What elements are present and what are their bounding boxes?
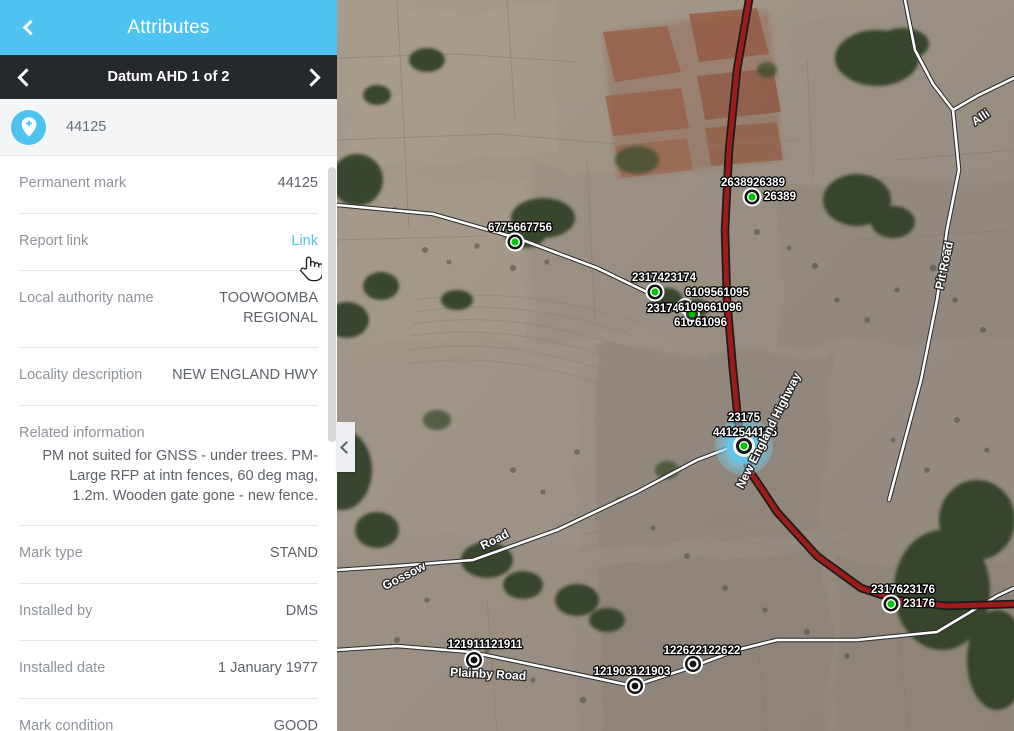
attribute-row-permanent-mark: Permanent mark 44125 <box>19 156 318 214</box>
attribute-row-report-link: Report link Link <box>19 214 318 272</box>
marker-label-23174: 23174 <box>647 303 680 315</box>
attribute-row-installed-by: Installed by DMS <box>19 584 318 642</box>
attribute-value: GOOD <box>273 717 318 731</box>
back-button[interactable] <box>13 0 47 55</box>
attribute-row-installed-date: Installed date 1 January 1977 <box>19 641 318 699</box>
attribute-label: Related information <box>19 424 145 441</box>
marker-label-2317423174: 2317423174 <box>632 272 697 284</box>
attribute-value: 44125 <box>277 175 318 191</box>
map-canvas[interactable]: 23175 4412544125 2638926389 26389 677566… <box>337 0 1014 731</box>
feature-id-value: 44125 <box>66 119 107 135</box>
attribute-value: STAND <box>269 545 318 562</box>
attribute-row-local-authority-name: Local authority name TOOWOOMBA REGIONAL <box>19 271 318 349</box>
marker-label-122622122622: 122622122622 <box>664 645 741 657</box>
attribute-row-related-information: Related information PM not suited for GN… <box>19 406 318 527</box>
feature-identity-strip: 44125 <box>0 99 337 156</box>
attribute-label: Permanent mark <box>19 175 127 191</box>
attribute-label: Installed by <box>19 602 93 619</box>
panel-collapse-button[interactable] <box>337 422 355 472</box>
attributes-scroll-area[interactable]: Permanent mark 44125 Report link Link Lo… <box>0 156 337 731</box>
attributes-panel: Attributes Datum AHD 1 of 2 44125 Perman… <box>0 0 337 731</box>
attribute-label: Mark condition <box>19 717 114 731</box>
marker-label-6109661096: 6109661096 <box>678 302 742 314</box>
vertical-scrollbar[interactable] <box>328 156 336 731</box>
marker-label-61096: 61096 <box>695 317 727 329</box>
chevron-left-icon <box>339 440 353 454</box>
marker-label-121911121911: 121911121911 <box>448 639 523 651</box>
next-record-button[interactable] <box>291 55 331 99</box>
panel-title-bar: Attributes <box>0 0 337 55</box>
map-view[interactable]: 23175 4412544125 2638926389 26389 677566… <box>337 0 1014 731</box>
attribute-label: Locality description <box>19 367 143 384</box>
attributes-list: Permanent mark 44125 Report link Link Lo… <box>0 156 337 731</box>
chevron-left-icon <box>22 19 38 36</box>
attribute-value: TOOWOOMBA REGIONAL <box>219 290 318 326</box>
attribute-row-mark-condition: Mark condition GOOD <box>19 699 318 731</box>
previous-record-button[interactable] <box>6 55 46 99</box>
marker-label-23176: 23176 <box>903 598 935 610</box>
attribute-row-mark-type: Mark type STAND <box>19 526 318 584</box>
marker-label-26389: 26389 <box>764 191 796 203</box>
record-pager: Datum AHD 1 of 2 <box>0 55 337 99</box>
application-root: 23175 44125 44125 2638926389 26389 677566… <box>0 0 1014 731</box>
attribute-label: Local authority name <box>19 290 154 307</box>
attribute-label: Report link <box>19 232 89 249</box>
pager-label: Datum AHD 1 of 2 <box>107 69 230 85</box>
attribute-row-locality-description: Locality description NEW ENGLAND HWY <box>19 348 318 406</box>
marker-label-2638926389: 2638926389 <box>721 177 785 189</box>
chevron-left-icon <box>16 67 36 87</box>
attribute-value: NEW ENGLAND HWY <box>172 367 318 384</box>
marker-label-6109561095: 6109561095 <box>685 287 750 299</box>
attribute-value: 1 January 1977 <box>218 660 318 677</box>
map-pin-icon <box>11 109 46 145</box>
chevron-right-icon <box>301 67 321 87</box>
attribute-value: PM not suited for GNSS - under trees. PM… <box>42 448 318 504</box>
report-link[interactable]: Link <box>291 232 318 252</box>
attribute-value: DMS <box>285 602 318 619</box>
page-title: Attributes <box>127 16 210 38</box>
marker-label-23175: 23175 <box>728 412 761 424</box>
attribute-label: Mark type <box>19 545 83 562</box>
marker-label-2317623176: 2317623176 <box>871 584 935 596</box>
scrollbar-thumb[interactable] <box>328 167 336 442</box>
attribute-label: Installed date <box>19 660 106 677</box>
marker-label-6775667756: 6775667756 <box>488 222 552 234</box>
marker-label-121903121903: 121903121903 <box>594 666 671 678</box>
